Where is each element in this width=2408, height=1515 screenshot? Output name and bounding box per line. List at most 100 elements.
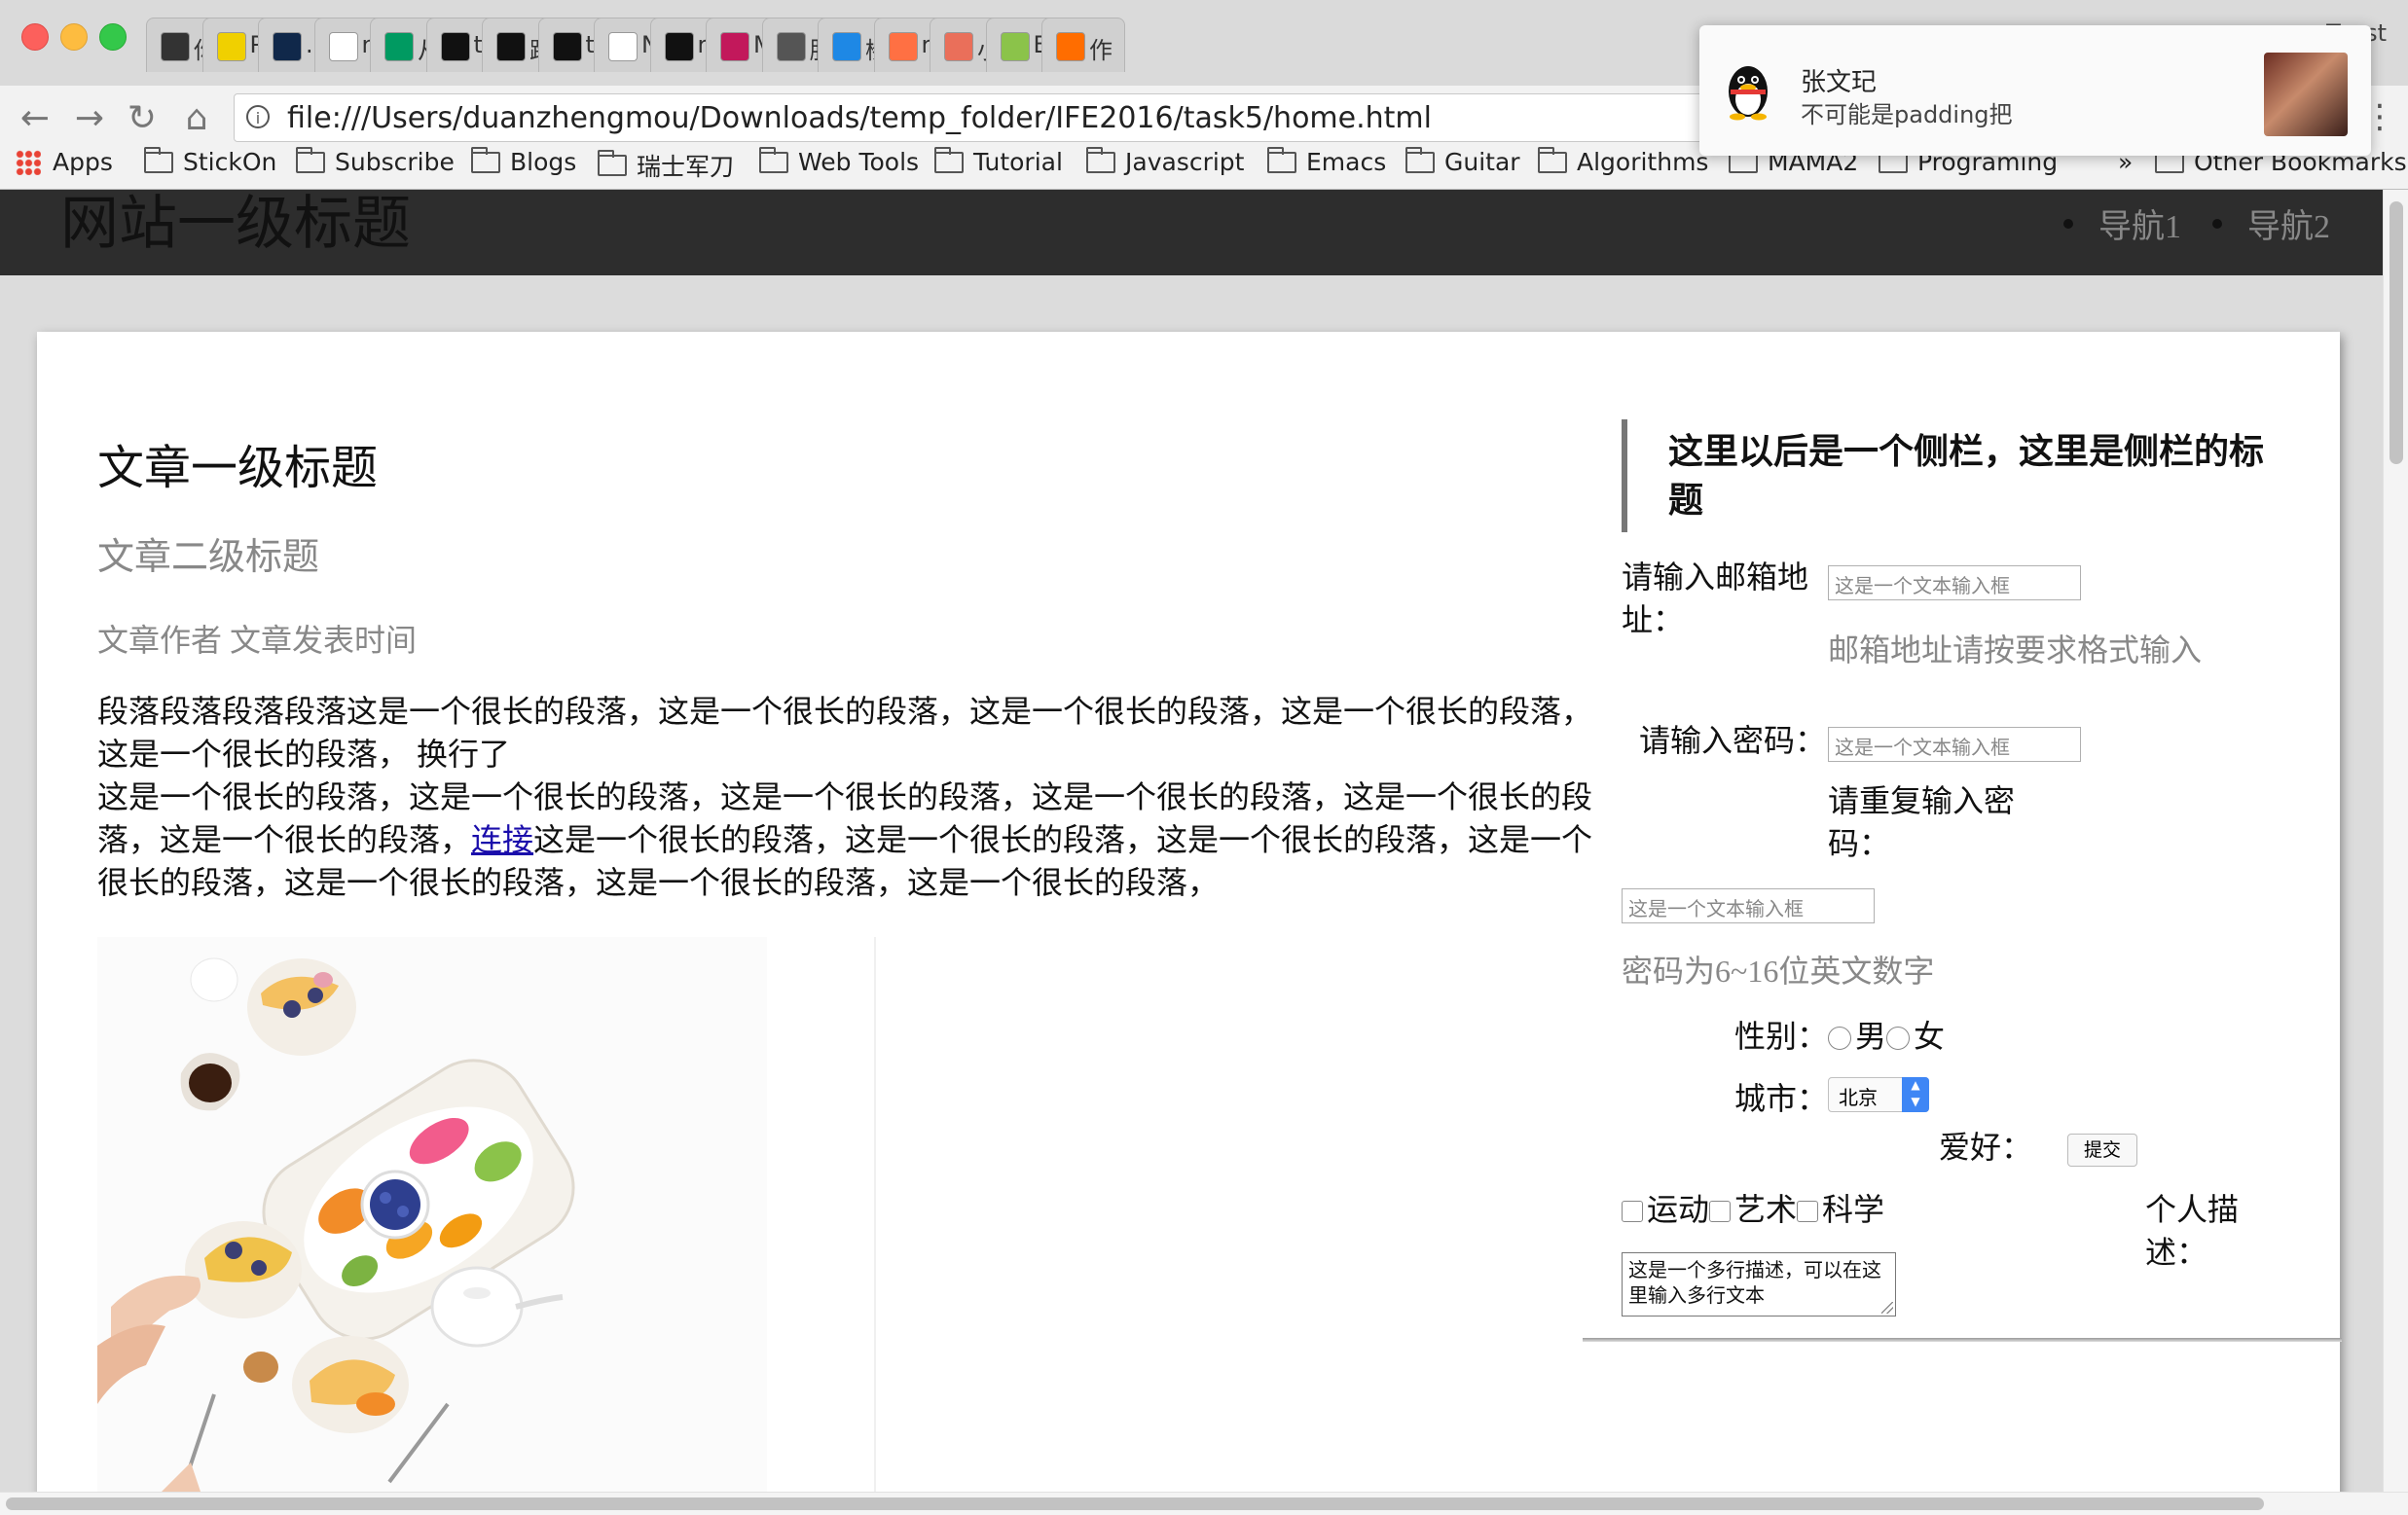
apps-grid-icon (16, 149, 41, 175)
hobby-sport-checkbox[interactable] (1622, 1201, 1643, 1222)
calligraphy-icon (328, 32, 358, 61)
site-title: 网站一级标题 (60, 190, 411, 258)
url-text: file:///Users/duanzhengmou/Downloads/tem… (287, 101, 1432, 135)
bookmark-folder[interactable]: Blogs (471, 146, 576, 176)
blue-icon (832, 32, 861, 61)
vertical-scroll-thumb[interactable] (2390, 201, 2403, 464)
github-icon (664, 32, 694, 61)
bookmark-label: Subscribe (335, 148, 455, 176)
close-window-button[interactable] (21, 23, 49, 51)
article-paragraph: 段落段落段落段落这是一个很长的段落，这是一个很长的段落，这是一个很长的段落，这是… (97, 690, 1616, 904)
sidebar-bottom-border (1583, 1338, 2342, 1342)
bookmark-label: Guitar (1444, 148, 1520, 176)
film-icon (552, 32, 582, 61)
home-icon[interactable]: ⌂ (175, 97, 218, 140)
film-icon (496, 32, 526, 61)
browser-tab[interactable]: 作 (1041, 18, 1125, 72)
bookmark-folder[interactable]: StickOn (144, 146, 277, 176)
email-label: 请输入邮箱地址： (1622, 559, 1809, 637)
email-hint: 邮箱地址请按要求格式输入 (1828, 632, 2203, 667)
bookmark-label: Algorithms (1577, 148, 1709, 176)
swirl-icon (273, 32, 302, 61)
bookmark-label: Tutorial (973, 148, 1063, 176)
submit-button[interactable]: 提交 (2067, 1134, 2137, 1167)
description-label: 个人描述： (2145, 1192, 2240, 1270)
article-meta: 文章作者 文章发表时间 (97, 623, 418, 658)
description-textarea[interactable]: 这是一个多行描述，可以在这里输入多行文本 (1622, 1252, 1896, 1317)
bookmark-label: 瑞士军刀 (637, 153, 735, 181)
notification-sender: 张文玘 (1801, 68, 1878, 97)
gender-male-radio[interactable] (1828, 1027, 1851, 1050)
article-link[interactable]: 连接 (471, 822, 533, 857)
forward-icon[interactable]: → (68, 97, 111, 140)
film-icon (440, 32, 470, 61)
sf-icon (384, 32, 414, 61)
hobby-group: 运动 艺术 科学 (1622, 1188, 1884, 1231)
es-icon (216, 32, 246, 61)
city-select[interactable]: 北京 ▲ ▼ (1828, 1077, 1929, 1112)
city-select-value: 北京 (1839, 1086, 1878, 1109)
leaf-icon (1000, 32, 1030, 61)
folder-icon (1405, 146, 1435, 173)
dark-square-icon (161, 32, 190, 61)
site-nav: 导航1 导航2 (2063, 199, 2330, 247)
folder-icon (598, 150, 627, 176)
sidebar-title: 这里以后是一个侧栏，这里是侧栏的标题 (1622, 419, 2264, 532)
jian-icon (944, 32, 973, 61)
article-title: 文章一级标题 (97, 443, 379, 494)
minimize-window-button[interactable] (60, 23, 88, 51)
bookmark-folder[interactable]: Emacs (1267, 146, 1386, 176)
horizontal-scroll-thumb[interactable] (6, 1497, 2264, 1510)
maximize-window-button[interactable] (99, 23, 127, 51)
back-icon[interactable]: ← (14, 97, 56, 140)
folder-icon (934, 146, 964, 173)
vertical-scrollbar[interactable] (2383, 190, 2408, 1492)
password-field[interactable]: 这是一个文本输入框 (1828, 727, 2081, 762)
folder-icon (1538, 146, 1567, 173)
folder-icon (144, 146, 173, 173)
bookmark-apps[interactable]: Apps (16, 148, 113, 176)
qq-notification[interactable]: 张文玘 不可能是padding把 (1699, 25, 2371, 156)
bookmark-folder[interactable]: Guitar (1405, 146, 1520, 176)
hobby-science-checkbox[interactable] (1797, 1201, 1819, 1222)
gender-female-label: 女 (1914, 1019, 1946, 1054)
hobby-art-label: 艺术 (1734, 1192, 1798, 1227)
hobby-art-checkbox[interactable] (1709, 1201, 1732, 1222)
notification-message: 不可能是padding把 (1801, 101, 2013, 128)
article-subtitle: 文章二级标题 (97, 537, 320, 578)
m-orange-icon (1056, 32, 1085, 61)
repeat-password-field[interactable]: 这是一个文本输入框 (1622, 888, 1875, 923)
folder-icon (471, 146, 500, 173)
qq-penguin-icon (1729, 66, 1768, 121)
bookmark-label: StickOn (183, 148, 277, 176)
m-icon (720, 32, 749, 61)
resize-grip-icon[interactable] (1881, 1302, 1893, 1314)
food-photo (97, 937, 767, 1492)
orange-circle-icon (888, 32, 918, 61)
horizontal-scrollbar[interactable] (0, 1492, 2408, 1515)
hobby-science-label: 科学 (1822, 1192, 1885, 1227)
paragraph-text-1: 段落段落段落段落这是一个很长的段落，这是一个很长的段落，这是一个很长的段落，这是… (97, 694, 1593, 772)
repeat-password-label: 请重复输入密码： (1828, 783, 2016, 861)
bookmark-folder[interactable]: Algorithms (1538, 146, 1709, 176)
bookmark-folder[interactable]: Tutorial (934, 146, 1063, 176)
bookmark-label: Web Tools (798, 148, 920, 176)
bookmark-folder[interactable]: 瑞士军刀 (598, 148, 734, 183)
bookmark-folder[interactable]: Subscribe (296, 146, 455, 176)
gender-female-radio[interactable] (1886, 1027, 1911, 1050)
folder-icon (1086, 146, 1115, 173)
nav-link-1[interactable]: 导航1 (2063, 199, 2181, 247)
page-viewport: 网站一级标题 导航1 导航2 文章一级标题 文章二级标题 文章作者 文章发表时间… (0, 190, 2383, 1492)
reload-icon[interactable]: ↻ (121, 97, 164, 140)
avatar (2264, 53, 2348, 136)
nav-link-2[interactable]: 导航2 (2212, 199, 2330, 247)
gender-group: 男女 (1828, 1015, 1945, 1058)
info-icon[interactable]: i (246, 105, 270, 128)
bookmark-folder[interactable]: Javascript (1086, 146, 1244, 176)
description-text: 这是一个多行描述，可以在这里输入多行文本 (1628, 1258, 1881, 1307)
site-header: 网站一级标题 导航1 导航2 (0, 190, 2383, 275)
bookmark-folder[interactable]: Web Tools (759, 146, 920, 176)
password-hint: 密码为6~16位英文数字 (1622, 954, 1935, 989)
content-card: 文章一级标题 文章二级标题 文章作者 文章发表时间 段落段落段落段落这是一个很长… (37, 332, 2342, 1492)
email-field[interactable]: 这是一个文本输入框 (1828, 565, 2081, 600)
